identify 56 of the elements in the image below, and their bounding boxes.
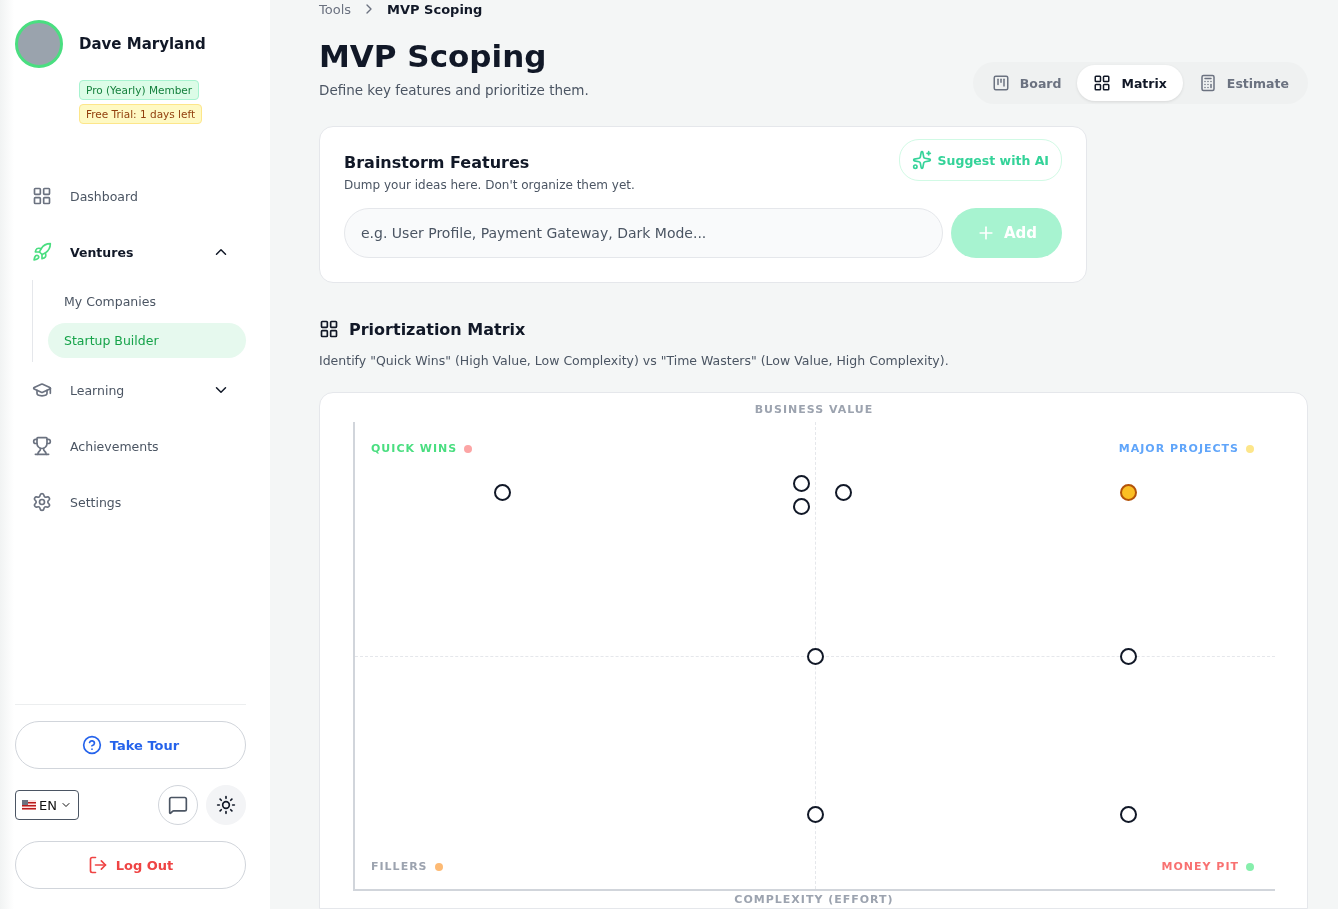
nav-subitem[interactable]: My Companies <box>48 284 246 319</box>
quadrant-label: FILLERS <box>371 860 428 873</box>
view-tab[interactable]: Matrix <box>1077 65 1183 101</box>
feature-point[interactable] <box>793 498 811 516</box>
theme-toggle[interactable] <box>206 785 246 825</box>
sparkles-icon <box>911 150 932 170</box>
language-select[interactable]: EN <box>15 790 79 820</box>
grid-icon <box>319 319 339 339</box>
logout-icon <box>87 855 108 875</box>
nav-item[interactable]: Learning <box>15 362 246 418</box>
nav-item[interactable]: Settings <box>15 474 246 530</box>
user-name: Dave Maryland <box>79 35 206 53</box>
breadcrumb-item[interactable]: Tools <box>319 1 352 17</box>
graduation-cap-icon <box>32 380 52 400</box>
settings-icon <box>32 492 52 512</box>
kanban-icon <box>991 74 1010 92</box>
x-axis-label: COMPLEXITY (EFFORT) <box>733 893 895 906</box>
membership-badge: Pro (Yearly) Member <box>79 80 200 100</box>
view-tab[interactable]: Board <box>975 65 1078 101</box>
feature-point[interactable] <box>807 647 824 665</box>
feature-input[interactable]: e.g. User Profile, Payment Gateway, Dark Mode... <box>344 208 943 258</box>
calculator-icon <box>1198 74 1217 92</box>
trophy-icon <box>32 436 52 456</box>
sun-icon <box>216 795 236 815</box>
chat-icon <box>168 795 188 815</box>
grid-icon <box>1093 74 1112 92</box>
nav-item[interactable]: Dashboard <box>15 168 246 224</box>
quadrant-label: QUICK WINS <box>371 442 458 455</box>
chat-button[interactable] <box>158 785 198 825</box>
trial-badge: Free Trial: 1 days left <box>79 104 203 124</box>
feature-point[interactable] <box>793 474 811 492</box>
feature-point[interactable] <box>834 484 852 502</box>
feature-point[interactable] <box>494 484 512 502</box>
breadcrumb-item: MVP Scoping <box>387 1 483 17</box>
feature-point[interactable] <box>1119 806 1137 824</box>
grid-icon <box>32 186 52 206</box>
y-axis-label: BUSINESS VALUE <box>753 403 875 416</box>
page-title: MVP Scoping <box>319 38 548 74</box>
nav-item[interactable]: Achievements <box>15 418 246 474</box>
feature-point[interactable] <box>807 806 824 824</box>
rocket-icon <box>32 242 52 262</box>
view-tab[interactable]: Estimate <box>1182 65 1305 101</box>
page-subtitle: Define key features and prioritize them. <box>319 82 589 98</box>
matrix-description: Identify "Quick Wins" (High Value, Low Complexity) vs "Time Wasters" (Low Value, High Complexity). <box>319 353 950 368</box>
quadrant-label: MONEY PIT <box>1161 860 1239 873</box>
card-subtitle: Dump your ideas here. Don't organize them yet. <box>344 178 635 192</box>
nav-item[interactable]: Ventures <box>15 224 246 280</box>
quadrant-label: MAJOR PROJECTS <box>1118 442 1239 455</box>
section-title: Priortization Matrix <box>349 319 526 339</box>
logout-button[interactable]: Log Out <box>15 841 246 889</box>
take-tour-button[interactable]: Take Tour <box>15 721 246 769</box>
flag-icon <box>22 800 36 810</box>
help-icon <box>81 735 102 755</box>
avatar <box>15 20 63 68</box>
feature-point[interactable] <box>1119 647 1137 665</box>
card-title: Brainstorm Features <box>344 153 531 172</box>
